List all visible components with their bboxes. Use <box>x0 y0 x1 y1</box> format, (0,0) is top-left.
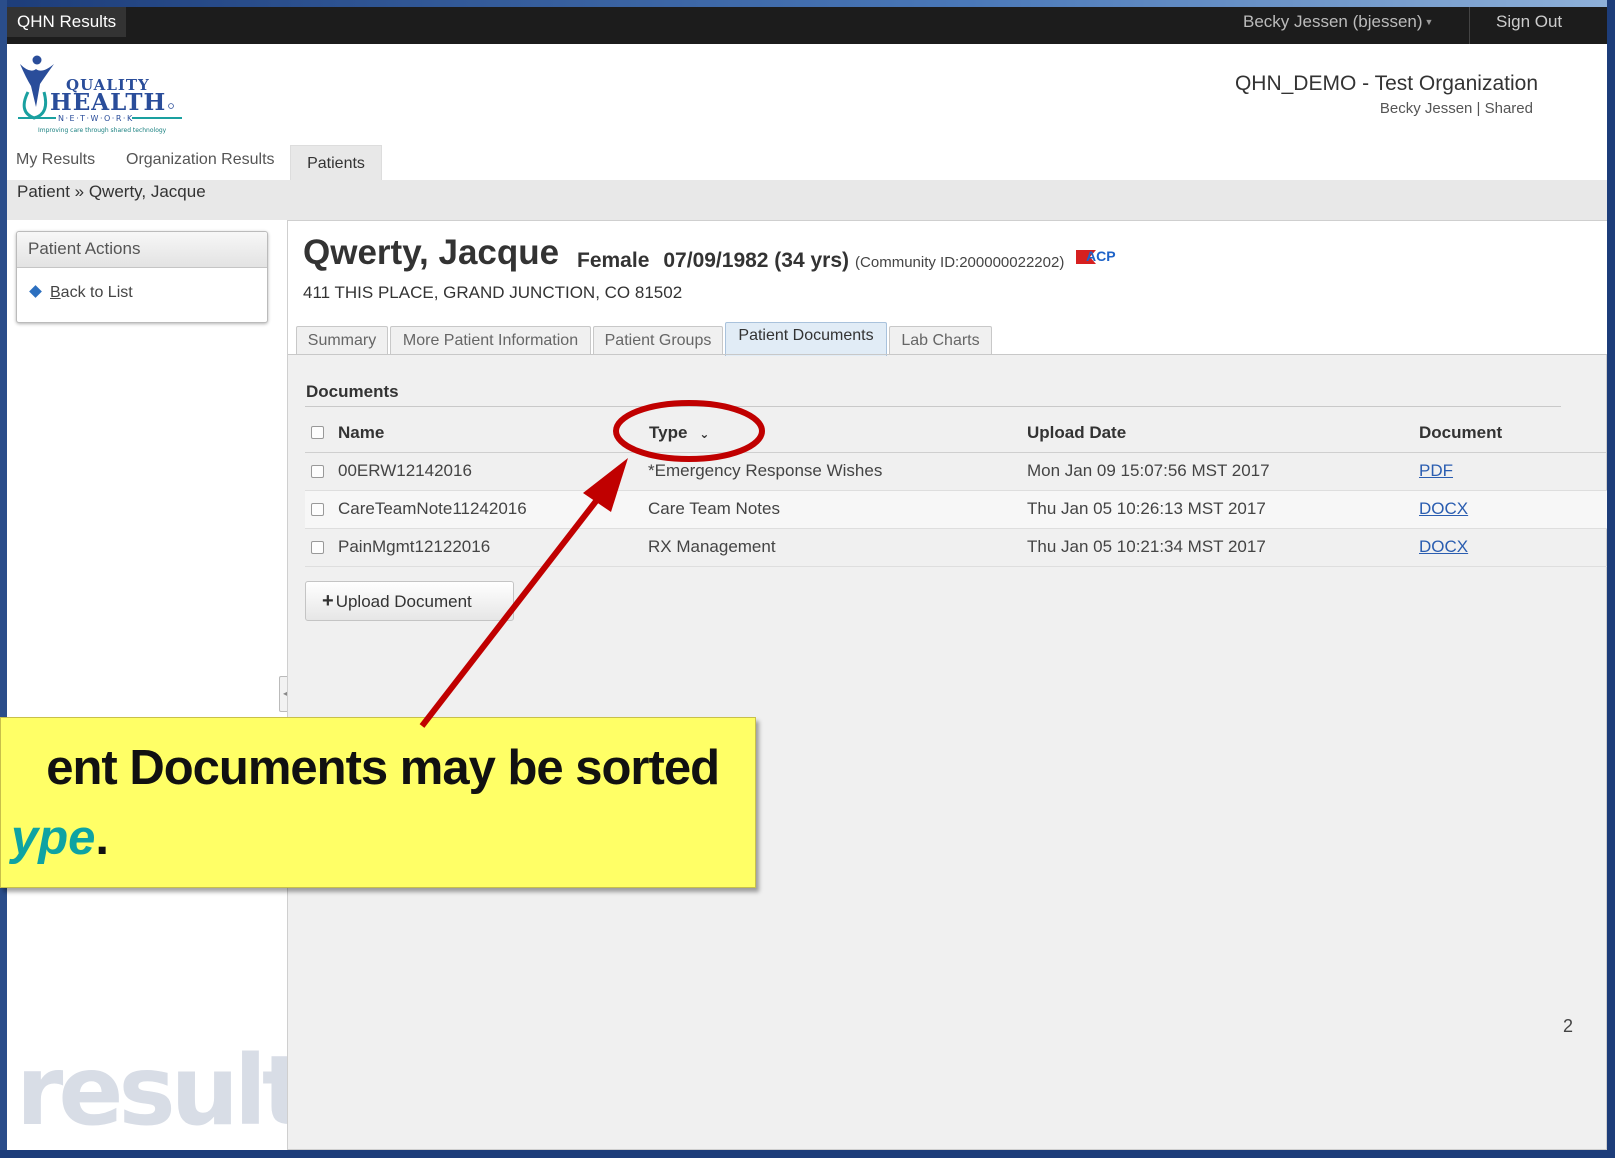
document-link[interactable]: DOCX <box>1419 537 1468 557</box>
window-frame-bottom <box>0 1150 1615 1158</box>
upload-document-label: Upload Document <box>335 592 472 611</box>
user-menu[interactable]: Becky Jessen (bjessen) ▼ <box>1243 7 1433 37</box>
sort-chevron-down-icon: ⌄ <box>699 427 710 441</box>
svg-text:Improving care through shared: Improving care through shared technology <box>38 127 167 134</box>
patient-gender: Female <box>577 249 650 272</box>
patient-address: 411 THIS PLACE, GRAND JUNCTION, CO 81502 <box>303 283 683 302</box>
document-name: 00ERW12142016 <box>338 461 472 480</box>
organization-user-info: Becky Jessen | Shared <box>1379 100 1533 117</box>
row-checkbox[interactable] <box>311 541 324 554</box>
table-row[interactable]: CareTeamNote11242016 Care Team Notes Thu… <box>305 491 1615 529</box>
document-name: PainMgmt12122016 <box>338 537 491 556</box>
acp-flag-icon: ACP <box>1074 247 1122 271</box>
column-header-name[interactable]: Name <box>338 423 384 443</box>
topbar-divider <box>1469 7 1470 44</box>
organization-name: QHN_DEMO - Test Organization <box>1234 72 1538 95</box>
tab-lab-charts[interactable]: Lab Charts <box>889 326 992 355</box>
svg-text:HEALTH: HEALTH <box>50 89 166 116</box>
page-corner-mark: 2 <box>1563 1016 1574 1036</box>
document-upload-date: Mon Jan 09 15:07:56 MST 2017 <box>1027 461 1270 480</box>
documents-divider <box>305 406 1561 407</box>
row-checkbox[interactable] <box>311 465 324 478</box>
breadcrumb: Patient » Qwerty, Jacque <box>17 182 206 201</box>
column-header-document[interactable]: Document <box>1419 423 1502 443</box>
patient-actions-title[interactable]: Patient Actions <box>17 232 267 268</box>
sign-out-link[interactable]: Sign Out <box>1496 7 1562 37</box>
patient-community-id: (Community ID:200000022202) <box>855 254 1065 271</box>
row-checkbox[interactable] <box>311 503 324 516</box>
document-name: CareTeamNote11242016 <box>338 499 527 518</box>
table-row[interactable]: PainMgmt12122016 RX Management Thu Jan 0… <box>305 529 1615 567</box>
document-upload-date: Thu Jan 05 10:21:34 MST 2017 <box>1027 537 1266 556</box>
patient-detail-panel <box>287 220 1607 1150</box>
tab-patient-groups[interactable]: Patient Groups <box>593 326 723 355</box>
window-frame-left <box>0 0 7 1158</box>
caret-down-icon: ▼ <box>1424 17 1434 27</box>
svg-text:ACP: ACP <box>1086 248 1116 264</box>
left-sidebar <box>7 220 286 1150</box>
column-header-type[interactable]: Type ⌄ <box>649 423 709 443</box>
document-link[interactable]: PDF <box>1419 461 1453 481</box>
qhn-logo[interactable]: QUALITY HEALTH N·E·T·W·O·R·K Improving c… <box>14 52 184 138</box>
window-frame-right <box>1607 0 1615 1158</box>
back-to-list-label: ack to List <box>60 284 133 301</box>
patient-actions-panel: Patient Actions Back to List <box>16 231 268 323</box>
app-name[interactable]: QHN Results <box>7 7 127 37</box>
main-nav: My Results Organization Results Patients <box>7 145 1607 181</box>
column-header-type-label: Type <box>649 423 688 442</box>
upload-document-button[interactable]: + Upload Document <box>305 581 514 621</box>
nav-organization-results[interactable]: Organization Results <box>126 151 275 169</box>
tab-patient-documents[interactable]: Patient Documents <box>725 322 887 356</box>
patient-dob: 07/09/1982 (34 yrs) <box>663 249 850 272</box>
patient-demographics: Female 07/09/1982 (34 yrs) (Community ID:2… <box>577 247 1122 273</box>
back-arrow-icon <box>29 285 42 298</box>
callout-line-1: ent Documents may be sorted <box>46 741 720 795</box>
document-type: *Emergency Response Wishes <box>648 461 883 480</box>
annotation-callout: ent Documents may be sorted ype. <box>0 717 756 888</box>
callout-line-2: ype. <box>1 810 109 866</box>
user-menu-label: Becky Jessen (bjessen) <box>1243 12 1423 31</box>
back-to-list-link[interactable]: Back to List <box>29 284 133 302</box>
svg-text:N·E·T·W·O·R·K: N·E·T·W·O·R·K <box>58 114 134 123</box>
document-type: Care Team Notes <box>648 499 780 518</box>
callout-period: . <box>95 811 109 865</box>
column-header-upload-date[interactable]: Upload Date <box>1027 423 1126 443</box>
nav-patients[interactable]: Patients <box>290 145 382 181</box>
table-row[interactable]: 00ERW12142016 *Emergency Response Wishes… <box>305 453 1615 491</box>
plus-icon: + <box>322 590 334 612</box>
tab-divider <box>288 354 1607 355</box>
window-frame-top <box>0 0 1615 7</box>
nav-my-results[interactable]: My Results <box>16 151 95 169</box>
tab-summary[interactable]: Summary <box>296 326 388 355</box>
document-link[interactable]: DOCX <box>1419 499 1468 519</box>
back-to-list-accesskey: B <box>50 284 61 301</box>
top-bar: QHN Results Becky Jessen (bjessen) ▼ Sign… <box>7 7 1607 44</box>
tab-more-patient-information[interactable]: More Patient Information <box>390 326 591 355</box>
document-type: RX Management <box>648 537 776 556</box>
select-all-checkbox[interactable] <box>311 426 324 439</box>
breadcrumb-bar <box>7 180 1607 220</box>
patient-name: Qwerty, Jacque <box>303 233 560 272</box>
callout-emphasis: ype <box>10 811 96 865</box>
document-upload-date: Thu Jan 05 10:26:13 MST 2017 <box>1027 499 1266 518</box>
documents-title: Documents <box>306 382 399 401</box>
